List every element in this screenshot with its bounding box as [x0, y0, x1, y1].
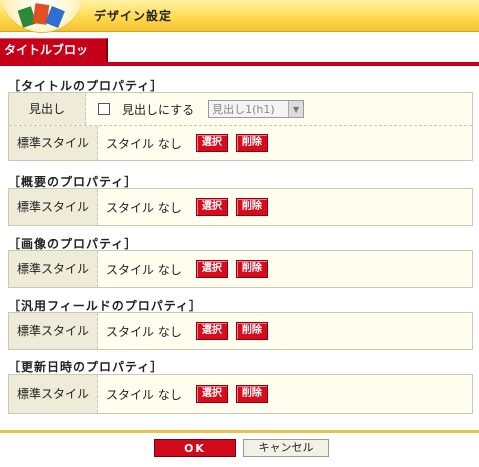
style-label: 標準スタイル	[9, 126, 98, 160]
style-label: 標準スタイル	[9, 251, 98, 287]
ok-button[interactable]: OK	[154, 439, 236, 457]
tab-title-block[interactable]: タイトルブロック	[0, 38, 108, 79]
footer-divider	[0, 430, 479, 433]
style-select-button[interactable]: 選択	[195, 198, 228, 216]
style-select-button[interactable]: 選択	[195, 260, 228, 278]
window-title: デザイン設定	[94, 9, 173, 23]
app-logo	[0, 0, 84, 33]
style-row: 標準スタイル スタイル なし 選択 削除	[9, 189, 472, 225]
style-row: 標準スタイル スタイル なし 選択 削除	[9, 313, 472, 349]
style-select-button[interactable]: 選択	[195, 385, 228, 403]
style-select-button[interactable]: 選択	[195, 134, 228, 152]
section-updated-datetime-properties: ［更新日時のプロパティ］	[8, 360, 164, 374]
heading-row: 見出し 見出しにする 見出し1(h1) ▼	[9, 93, 472, 125]
style-delete-button[interactable]: 削除	[235, 134, 268, 152]
style-select-button[interactable]: 選択	[195, 322, 228, 340]
style-value: スタイル なし	[106, 324, 182, 339]
chevron-down-icon: ▼	[288, 101, 304, 117]
style-value: スタイル なし	[106, 387, 182, 402]
style-delete-button[interactable]: 削除	[235, 260, 268, 278]
image-properties-panel: 標準スタイル スタイル なし 選択 削除	[8, 250, 473, 288]
window-header: デザイン設定	[0, 0, 479, 33]
style-row: 標準スタイル スタイル なし 選択 削除	[9, 375, 472, 413]
heading-checkbox[interactable]	[98, 103, 110, 115]
heading-label: 見出し	[9, 93, 86, 125]
heading-level-select[interactable]: 見出し1(h1) ▼	[208, 100, 305, 118]
title-properties-panel: 見出し 見出しにする 見出し1(h1) ▼ 標準スタイル スタイル なし 選択 …	[8, 92, 473, 161]
style-row: 標準スタイル スタイル なし 選択 削除	[9, 125, 472, 160]
palette-icon	[18, 3, 65, 28]
style-label: 標準スタイル	[9, 313, 98, 349]
style-delete-button[interactable]: 削除	[235, 198, 268, 216]
cancel-button[interactable]: キャンセル	[243, 439, 329, 457]
generic-field-properties-panel: 標準スタイル スタイル なし 選択 削除	[8, 312, 473, 350]
heading-checkbox-label: 見出しにする	[122, 102, 195, 117]
updated-datetime-properties-panel: 標準スタイル スタイル なし 選択 削除	[8, 374, 473, 414]
style-delete-button[interactable]: 削除	[235, 322, 268, 340]
style-row: 標準スタイル スタイル なし 選択 削除	[9, 251, 472, 287]
tab-underline	[0, 62, 479, 66]
summary-properties-panel: 標準スタイル スタイル なし 選択 削除	[8, 188, 473, 226]
style-delete-button[interactable]: 削除	[235, 385, 268, 403]
heading-level-value: 見出し1(h1)	[212, 103, 275, 116]
style-value: スタイル なし	[106, 136, 182, 151]
style-label: 標準スタイル	[9, 375, 98, 413]
style-value: スタイル なし	[106, 262, 182, 277]
style-label: 標準スタイル	[9, 189, 98, 225]
style-value: スタイル なし	[106, 200, 182, 215]
